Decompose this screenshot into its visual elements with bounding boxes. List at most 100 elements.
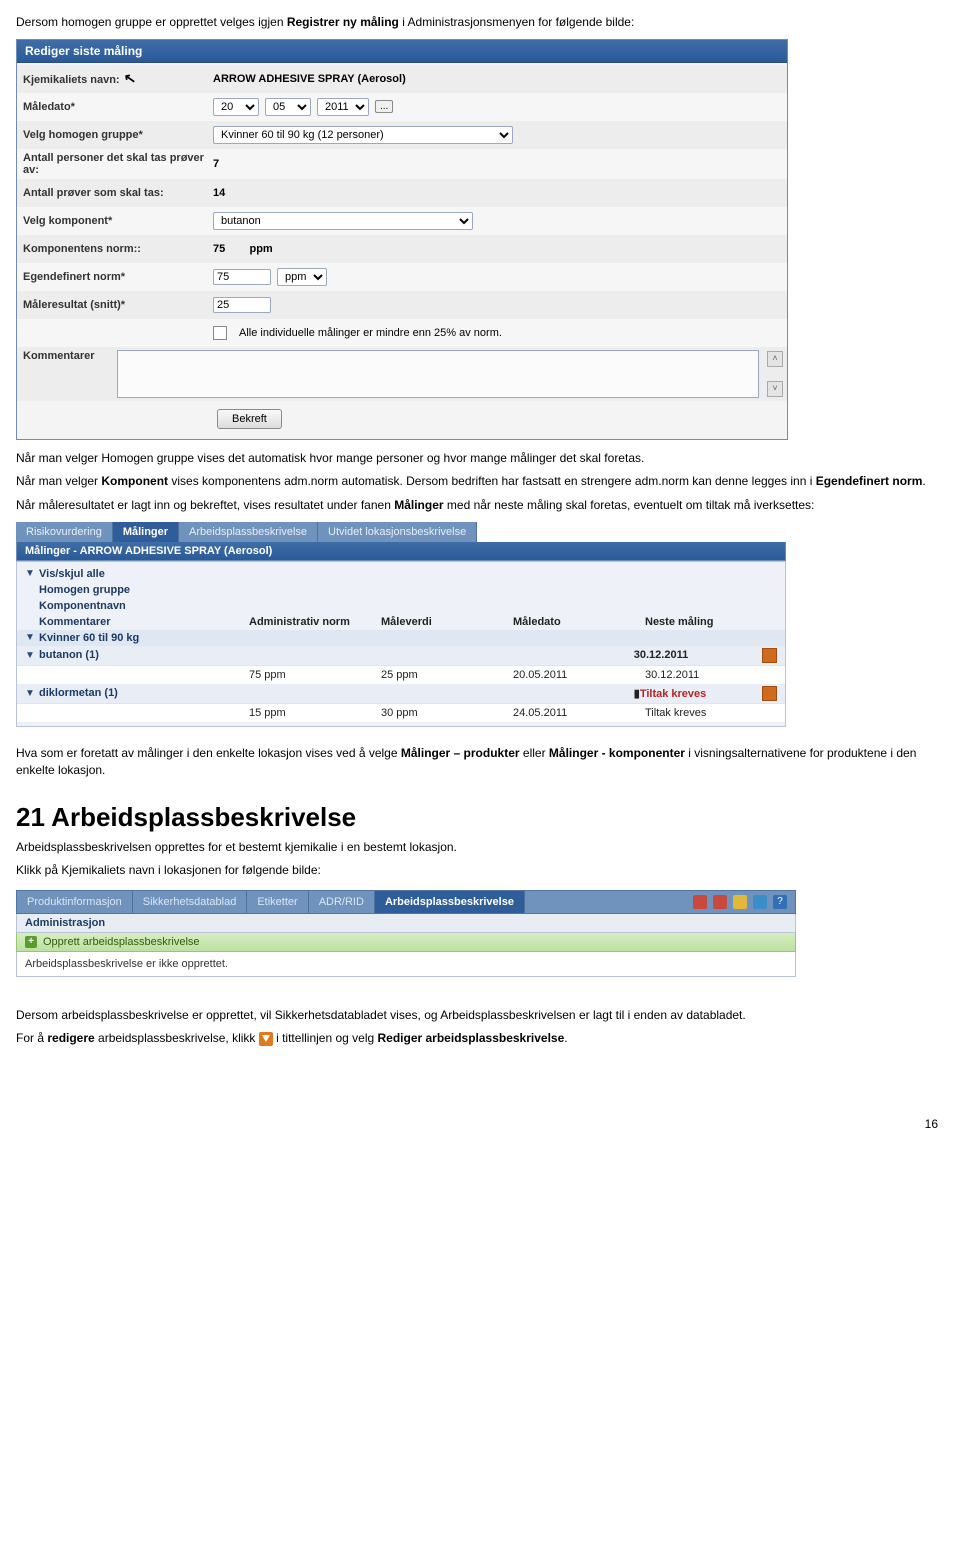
checkbox-label: Alle individuelle målinger er mindre enn… bbox=[239, 327, 502, 339]
date: 24.05.2011 bbox=[513, 707, 645, 719]
tab-labels[interactable]: Etiketter bbox=[247, 891, 308, 913]
cursor-icon: ↖ bbox=[122, 69, 137, 88]
tab-productinfo[interactable]: Produktinformasjon bbox=[17, 891, 133, 913]
col-next: Neste måling bbox=[645, 616, 777, 628]
tab-workplace[interactable]: Arbeidsplassbeskrivelse bbox=[375, 891, 525, 913]
button-row: Bekreft bbox=[17, 401, 787, 437]
group-select[interactable]: Kvinner 60 til 90 kg (12 personer) bbox=[213, 126, 513, 144]
pdf-icon[interactable] bbox=[693, 895, 707, 909]
label: Måledato* bbox=[23, 101, 213, 113]
section-21-title: 21 Arbeidsplassbeskrivelse bbox=[16, 802, 944, 833]
tab-risk[interactable]: Risikovurdering bbox=[16, 522, 113, 542]
scroll-up-icon[interactable]: ˄ bbox=[767, 351, 783, 367]
tab-sds[interactable]: Sikkerhetsdatablad bbox=[133, 891, 248, 913]
workplace-block: Produktinformasjon Sikkerhetsdatablad Et… bbox=[16, 890, 796, 977]
own-norm-input[interactable] bbox=[213, 269, 271, 285]
tab-location-desc[interactable]: Utvidet lokasjonsbeskrivelse bbox=[318, 522, 477, 542]
text: For å bbox=[16, 1031, 47, 1045]
panel-title: Rediger siste måling bbox=[17, 40, 787, 63]
bold-egendef: Egendefinert norm bbox=[816, 474, 923, 488]
triangle-down-icon: ▼ bbox=[25, 568, 39, 579]
tab-adr[interactable]: ADR/RID bbox=[309, 891, 375, 913]
text: eller bbox=[520, 746, 549, 760]
label: Måleresultat (snitt)* bbox=[23, 299, 213, 311]
page-number: 16 bbox=[16, 1117, 944, 1131]
under-25-checkbox[interactable] bbox=[213, 326, 227, 340]
measurements-header: Målinger - ARROW ADHESIVE SPRAY (Aerosol… bbox=[16, 542, 786, 561]
component-row-diklormetan[interactable]: ▼ diklormetan (1) ▮Tiltak kreves bbox=[17, 684, 785, 703]
bold-komponent: Komponent bbox=[101, 474, 168, 488]
chemical-name-value: ARROW ADHESIVE SPRAY (Aerosol) bbox=[213, 73, 781, 85]
value: 25 ppm bbox=[381, 669, 513, 681]
paragraph-bottom-2: For å redigere arbeidsplassbeskrivelse, … bbox=[16, 1030, 944, 1047]
doc-icon[interactable] bbox=[733, 895, 747, 909]
product-tabs: Produktinformasjon Sikkerhetsdatablad Et… bbox=[16, 890, 796, 914]
norm: 15 ppm bbox=[249, 707, 381, 719]
text: vises komponentens adm.norm automatisk. … bbox=[168, 474, 816, 488]
triangle-down-icon: ▼ bbox=[25, 650, 39, 661]
confirm-button[interactable]: Bekreft bbox=[217, 409, 282, 429]
measurements-block: Risikovurdering Målinger Arbeidsplassbes… bbox=[16, 522, 786, 727]
date-more-button[interactable]: ... bbox=[375, 100, 393, 113]
admin-header: Administrasjon bbox=[16, 914, 796, 933]
text: Hva som er foretatt av målinger i den en… bbox=[16, 746, 401, 760]
date: 20.05.2011 bbox=[513, 669, 645, 681]
paragraph-bottom-1: Dersom arbeidsplassbeskrivelse er oppret… bbox=[16, 1007, 944, 1024]
panel-body: Kjemikaliets navn:↖ ARROW ADHESIVE SPRAY… bbox=[17, 63, 787, 439]
label: Velg homogen gruppe* bbox=[23, 129, 213, 141]
list-header-compname: Komponentnavn bbox=[17, 598, 785, 614]
action-icon[interactable] bbox=[762, 648, 777, 663]
bold-rediger-apb: Rediger arbeidsplassbeskrivelse bbox=[378, 1031, 565, 1045]
norm-value: 75 bbox=[213, 243, 225, 255]
component-select[interactable]: butanon bbox=[213, 212, 473, 230]
tab-measurements[interactable]: Målinger bbox=[113, 522, 179, 542]
list-toggle-all[interactable]: ▼Vis/skjul alle bbox=[17, 566, 785, 582]
bold-register: Registrer ny måling bbox=[287, 15, 399, 29]
component-row-butanon[interactable]: ▼ butanon (1) 30.12.2011 bbox=[17, 646, 785, 665]
pdf-icon-2[interactable] bbox=[713, 895, 727, 909]
col-comments: Kommentarer bbox=[39, 616, 249, 628]
help-icon[interactable]: ? bbox=[773, 895, 787, 909]
text: . bbox=[922, 474, 925, 488]
comp-name: butanon (1) bbox=[39, 649, 249, 661]
group-row[interactable]: ▼Kvinner 60 til 90 kg bbox=[17, 630, 785, 646]
text: Når man velger bbox=[16, 474, 101, 488]
row-persons: Antall personer det skal tas prøver av: … bbox=[17, 149, 787, 179]
text: i Administrasjonsmenyen for følgende bil… bbox=[399, 15, 634, 29]
edit-measurement-panel: Rediger siste måling Kjemikaliets navn:↖… bbox=[16, 39, 788, 440]
paragraph-result: Når måleresultatet er lagt inn og bekref… bbox=[16, 497, 944, 514]
label: Antall prøver som skal tas: bbox=[23, 187, 213, 199]
norm-unit: ppm bbox=[249, 243, 272, 255]
bold-prod: Målinger – produkter bbox=[401, 746, 520, 760]
action-icon[interactable] bbox=[762, 686, 777, 701]
col-admnorm: Administrativ norm bbox=[249, 616, 381, 628]
tab-workplace-desc[interactable]: Arbeidsplassbeskrivelse bbox=[179, 522, 318, 542]
info-icon[interactable] bbox=[753, 895, 767, 909]
row-samples: Antall prøver som skal tas: 14 bbox=[17, 179, 787, 207]
text: arbeidsplassbeskrivelse, klikk bbox=[95, 1031, 259, 1045]
next: Tiltak kreves bbox=[645, 707, 777, 719]
comments-textarea[interactable] bbox=[117, 350, 759, 398]
label: Antall personer det skal tas prøver av: bbox=[23, 152, 213, 176]
text: . bbox=[564, 1031, 567, 1045]
persons-value: 7 bbox=[213, 158, 781, 170]
date-day-select[interactable]: 20 bbox=[213, 98, 259, 116]
label: Kommentarer bbox=[23, 350, 117, 362]
label: Egendefinert norm* bbox=[23, 271, 213, 283]
next-action: ▮Tiltak kreves bbox=[634, 687, 762, 700]
date-year-select[interactable]: 2011 bbox=[317, 98, 369, 116]
scroll-down-icon[interactable]: ˅ bbox=[767, 381, 783, 397]
own-norm-unit-select[interactable]: ppm bbox=[277, 268, 327, 286]
text: med når neste måling skal foretas, event… bbox=[444, 498, 815, 512]
col-value: Måleverdi bbox=[381, 616, 513, 628]
comp-name: diklormetan (1) bbox=[39, 687, 249, 699]
result-input[interactable] bbox=[213, 297, 271, 313]
textarea-scroll: ˄˅ bbox=[767, 351, 781, 397]
date-month-select[interactable]: 05 bbox=[265, 98, 311, 116]
create-workplace-row[interactable]: + Opprett arbeidsplassbeskrivelse bbox=[16, 933, 796, 952]
list-header-columns: Kommentarer Administrativ norm Måleverdi… bbox=[17, 614, 785, 630]
data-row-butanon: 75 ppm 25 ppm 20.05.2011 30.12.2011 bbox=[17, 665, 785, 684]
create-label: Opprett arbeidsplassbeskrivelse bbox=[43, 936, 200, 948]
col-date: Måledato bbox=[513, 616, 645, 628]
next-date: 30.12.2011 bbox=[634, 649, 762, 661]
